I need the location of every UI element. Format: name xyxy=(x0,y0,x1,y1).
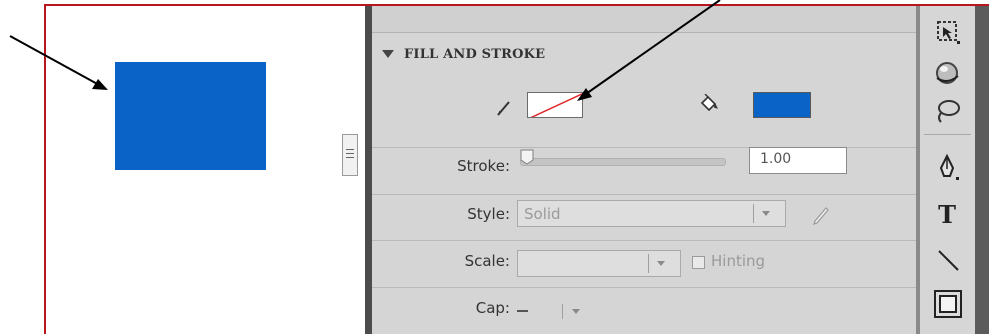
stroke-label: Stroke: xyxy=(457,157,510,175)
fill-and-stroke-header[interactable]: FILL AND STROKE xyxy=(382,44,545,64)
dropdown-divider xyxy=(753,204,754,223)
hinting-label: Hinting xyxy=(711,252,766,270)
dropdown-divider xyxy=(648,254,649,273)
3d-rotation-icon[interactable] xyxy=(932,58,964,90)
style-label: Style: xyxy=(467,205,510,223)
window-edge xyxy=(975,6,989,334)
panel-border xyxy=(365,6,372,334)
lasso-icon[interactable] xyxy=(932,96,964,128)
3d-selection-icon[interactable] xyxy=(932,16,964,48)
stroke-color-swatch[interactable] xyxy=(527,92,583,118)
hinting-checkbox[interactable] xyxy=(692,256,705,269)
chevron-down-icon[interactable] xyxy=(572,309,580,314)
dropdown-divider xyxy=(562,304,563,319)
chevron-down-icon[interactable] xyxy=(762,211,770,216)
style-dropdown[interactable]: Solid xyxy=(517,200,786,227)
divider xyxy=(372,240,916,241)
divider xyxy=(372,194,916,195)
panel-collapse-handle[interactable] xyxy=(342,134,358,176)
stage-canvas[interactable] xyxy=(46,6,341,334)
stroke-slider-thumb[interactable] xyxy=(520,149,534,165)
properties-panel: FILL AND STROKE Stroke: 1.00 Style: Soli… xyxy=(372,6,916,334)
text-tool-icon[interactable]: T xyxy=(934,200,960,229)
scale-label: Scale: xyxy=(464,252,510,270)
section-title: FILL AND STROKE xyxy=(404,46,546,62)
cap-label: Cap: xyxy=(475,299,510,317)
pencil-icon xyxy=(497,101,510,116)
collapse-triangle-icon[interactable] xyxy=(382,50,394,58)
line-icon[interactable] xyxy=(932,244,964,276)
toolbar-separator xyxy=(924,134,971,135)
fill-color-swatch[interactable] xyxy=(753,92,811,118)
no-color-slash-icon xyxy=(530,93,582,117)
scale-dropdown[interactable] xyxy=(517,250,681,277)
blue-rectangle-shape[interactable] xyxy=(115,62,266,170)
chevron-down-icon[interactable] xyxy=(657,261,665,266)
divider xyxy=(372,287,916,288)
stroke-width-input[interactable]: 1.00 xyxy=(749,147,847,174)
cap-style-icon[interactable] xyxy=(517,310,528,312)
rectangle-icon[interactable] xyxy=(932,288,964,320)
edit-stroke-style-icon[interactable] xyxy=(810,203,832,225)
panel-top-strip xyxy=(372,6,916,33)
style-dropdown-value: Solid xyxy=(524,205,561,223)
pen-icon[interactable] xyxy=(932,152,964,184)
paint-bucket-icon xyxy=(700,94,718,112)
stroke-slider-track[interactable] xyxy=(520,158,726,166)
tools-panel: T xyxy=(920,6,975,334)
